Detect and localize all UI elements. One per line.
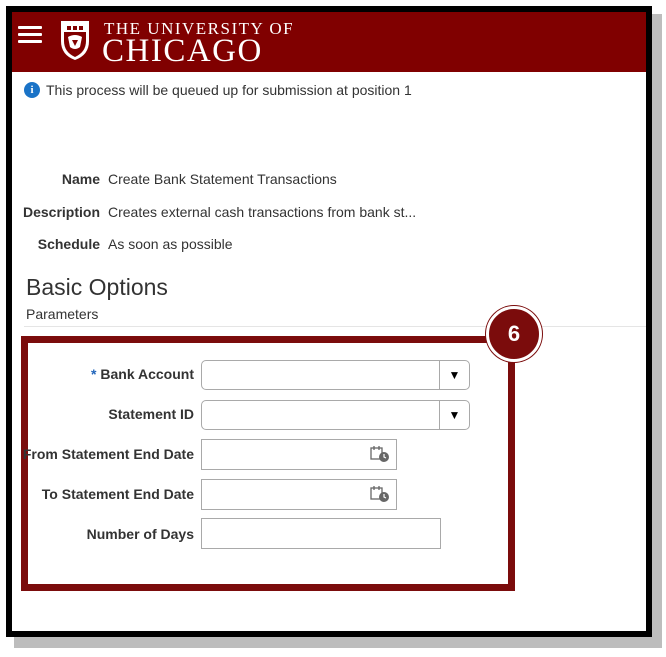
hamburger-icon[interactable] <box>18 22 42 44</box>
section-title: Basic Options <box>26 274 168 300</box>
chevron-down-icon[interactable]: ▼ <box>439 361 469 389</box>
info-message: i This process will be queued up for sub… <box>24 82 412 98</box>
to-date-label: To Statement End Date <box>41 486 194 502</box>
chevron-down-icon[interactable]: ▼ <box>439 401 469 429</box>
info-message-text: This process will be queued up for submi… <box>46 82 412 98</box>
statement-id-label: Statement ID <box>108 406 194 422</box>
detail-label: Schedule <box>37 236 100 252</box>
bank-account-label-text: Bank Account <box>100 366 194 382</box>
num-days-label: Number of Days <box>86 526 194 542</box>
university-crest-icon <box>61 21 89 60</box>
from-date-label: From Statement End Date <box>22 446 194 462</box>
num-days-input[interactable] <box>201 518 441 549</box>
bank-account-select[interactable]: ▼ <box>201 360 470 390</box>
calendar-icon[interactable] <box>370 445 390 463</box>
detail-value: Create Bank Statement Transactions <box>108 171 337 187</box>
detail-label: Description <box>22 204 100 220</box>
bank-account-label: * Bank Account <box>4 366 194 382</box>
from-date-input[interactable] <box>201 439 397 470</box>
calendar-icon[interactable] <box>370 485 390 503</box>
callout-badge: 6 <box>486 306 542 362</box>
parameters-label: Parameters <box>26 306 99 322</box>
detail-label: Name <box>61 171 100 187</box>
statement-id-select[interactable]: ▼ <box>201 400 470 430</box>
divider <box>24 326 646 327</box>
info-icon: i <box>24 82 40 98</box>
to-date-input[interactable] <box>201 479 397 510</box>
detail-value: Creates external cash transactions from … <box>108 204 417 220</box>
detail-value: As soon as possible <box>108 236 233 252</box>
logo-main-text: CHICAGO <box>102 33 263 69</box>
required-marker: * <box>90 366 97 382</box>
